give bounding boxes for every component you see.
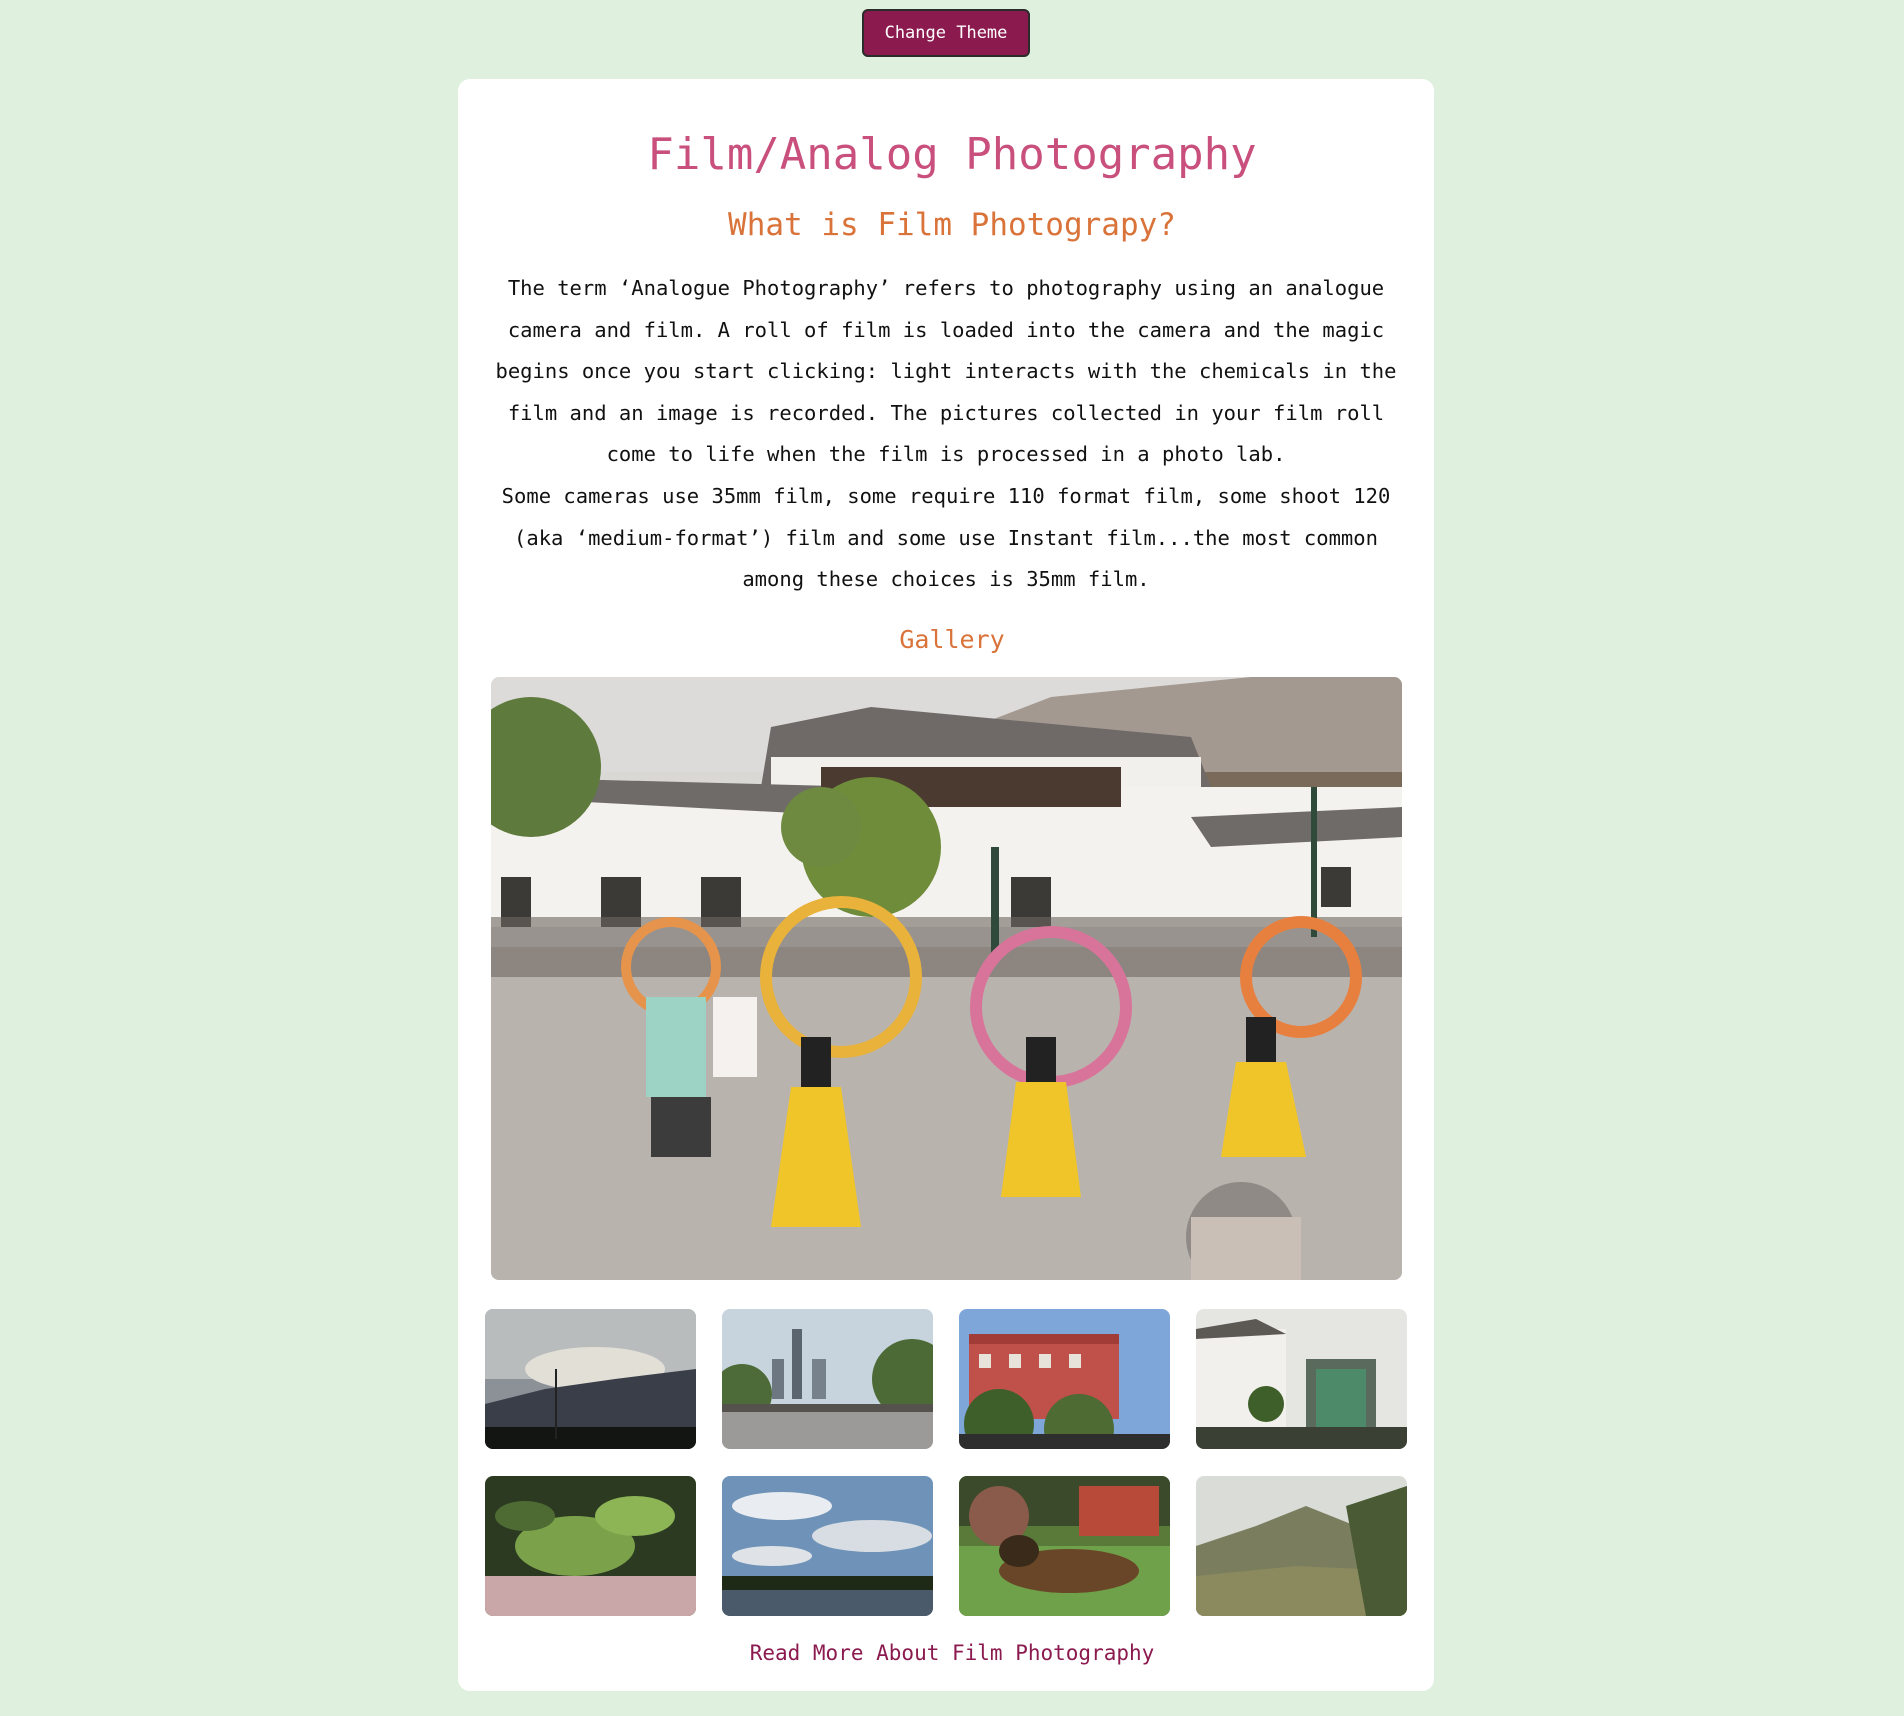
gallery-thumbnail[interactable] [959, 1476, 1170, 1616]
intro-paragraph: Some cameras use 35mm film, some require… [501, 483, 1391, 592]
gallery-thumbnail[interactable] [485, 1476, 696, 1616]
read-more-link[interactable]: Read More About Film Photography [0, 1638, 1904, 1668]
change-theme-button[interactable]: Change Theme [862, 9, 1030, 57]
intro-text: The term ‘Analogue Photography’ refers t… [480, 268, 1412, 601]
gallery-thumbnail[interactable] [1196, 1309, 1407, 1449]
gallery-thumbnail[interactable] [722, 1309, 933, 1449]
page-title: Film/Analog Photography [647, 129, 1257, 180]
section-heading: What is Film Photograpy? [728, 207, 1176, 243]
gallery-thumbnail[interactable] [1196, 1476, 1407, 1616]
gallery-thumbnail[interactable] [959, 1309, 1170, 1449]
main-gallery-photo[interactable] [491, 677, 1402, 1280]
gallery-thumbnail[interactable] [722, 1476, 933, 1616]
gallery-thumbnail[interactable] [485, 1309, 696, 1449]
gallery-heading: Gallery [899, 625, 1005, 654]
intro-paragraph: The term ‘Analogue Photography’ refers t… [495, 276, 1397, 467]
